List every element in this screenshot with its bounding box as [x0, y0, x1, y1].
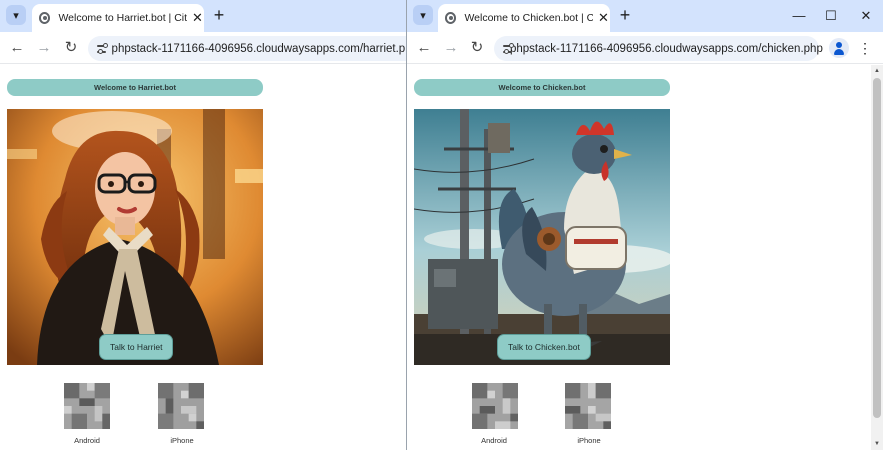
scroll-down-icon[interactable]: ▼ [871, 438, 883, 450]
tab-strip: ▾ Welcome to Harriet.bot | CityBot ✕ + [0, 0, 406, 32]
android-qr-code[interactable] [472, 383, 518, 429]
tune-icon[interactable] [96, 41, 108, 57]
hero-image-harriet [7, 109, 263, 365]
chevron-down-icon[interactable]: ▾ [413, 5, 433, 25]
globe-icon [39, 12, 51, 24]
arrow-left-icon[interactable]: ← [415, 39, 433, 57]
url-text: phpstack-1171166-4096956.cloudwaysapps.c… [510, 42, 823, 55]
chevron-down-icon[interactable]: ▾ [6, 5, 26, 25]
tab-harriet[interactable]: Welcome to Harriet.bot | CityBot ✕ [32, 4, 204, 32]
talk-button[interactable]: Talk to Harriet [99, 334, 174, 360]
hero-image-chicken [414, 109, 670, 365]
address-bar[interactable]: phpstack-1171166-4096956.cloudwaysapps.c… [494, 36, 823, 61]
chicken-illustration [414, 109, 670, 365]
android-label: Android [481, 436, 507, 445]
reload-icon[interactable]: ↻ [62, 39, 80, 57]
tab-chicken[interactable]: Welcome to Chicken.bot | CityBot ✕ [438, 4, 610, 32]
browser-window-harriet: ▾ Welcome to Harriet.bot | CityBot ✕ + ←… [0, 0, 406, 450]
welcome-banner: Welcome to Chicken.bot [414, 79, 670, 96]
kebab-icon[interactable]: ⋮ [858, 39, 872, 57]
address-bar[interactable]: phpstack-1171166-4096956.cloudwaysapps.c… [88, 36, 406, 61]
arrow-right-icon[interactable]: → [35, 39, 53, 57]
close-icon[interactable]: ✕ [597, 10, 610, 26]
iphone-label: iPhone [577, 436, 601, 445]
tab-title: Welcome to Harriet.bot | CityBot [58, 12, 187, 24]
vertical-scrollbar[interactable]: ▲ ▼ [871, 65, 883, 450]
android-qr-code[interactable] [64, 383, 110, 429]
arrow-right-icon[interactable]: → [442, 39, 460, 57]
browser-toolbar: ← → ↻ phpstack-1171166-4096956.cloudways… [0, 32, 406, 64]
arrow-left-icon[interactable]: ← [8, 39, 26, 57]
maximize-icon[interactable]: ☐ [820, 6, 842, 26]
page-content: Welcome to Harriet.bot Talk to Harriet A… [0, 65, 406, 450]
url-text: phpstack-1171166-4096956.cloudwaysapps.c… [111, 42, 406, 55]
globe-icon [445, 12, 457, 24]
iphone-label: iPhone [170, 436, 194, 445]
tab-title: Welcome to Chicken.bot | CityBot [464, 12, 593, 24]
browser-window-chicken: ▾ Welcome to Chicken.bot | CityBot ✕ + —… [407, 0, 883, 450]
reload-icon[interactable]: ↻ [468, 39, 486, 57]
close-icon[interactable]: ✕ [191, 10, 204, 26]
talk-button[interactable]: Talk to Chicken.bot [497, 334, 591, 360]
plus-icon[interactable]: + [615, 6, 635, 26]
browser-toolbar: ← → ↻ phpstack-1171166-4096956.cloudways… [407, 32, 883, 64]
plus-icon[interactable]: + [209, 6, 229, 26]
scroll-thumb[interactable] [873, 78, 881, 418]
minimize-icon[interactable]: — [788, 6, 810, 26]
profile-icon[interactable] [829, 38, 849, 58]
scroll-up-icon[interactable]: ▲ [871, 65, 883, 77]
welcome-banner: Welcome to Harriet.bot [7, 79, 263, 96]
page-content: Welcome to Chicken.bot Talk to Chicken.b… [407, 65, 883, 450]
iphone-qr-code[interactable] [565, 383, 611, 429]
iphone-qr-code[interactable] [158, 383, 204, 429]
close-window-icon[interactable]: ✕ [855, 6, 877, 26]
tab-strip: ▾ Welcome to Chicken.bot | CityBot ✕ + —… [407, 0, 883, 32]
android-label: Android [74, 436, 100, 445]
harriet-illustration [7, 109, 263, 365]
